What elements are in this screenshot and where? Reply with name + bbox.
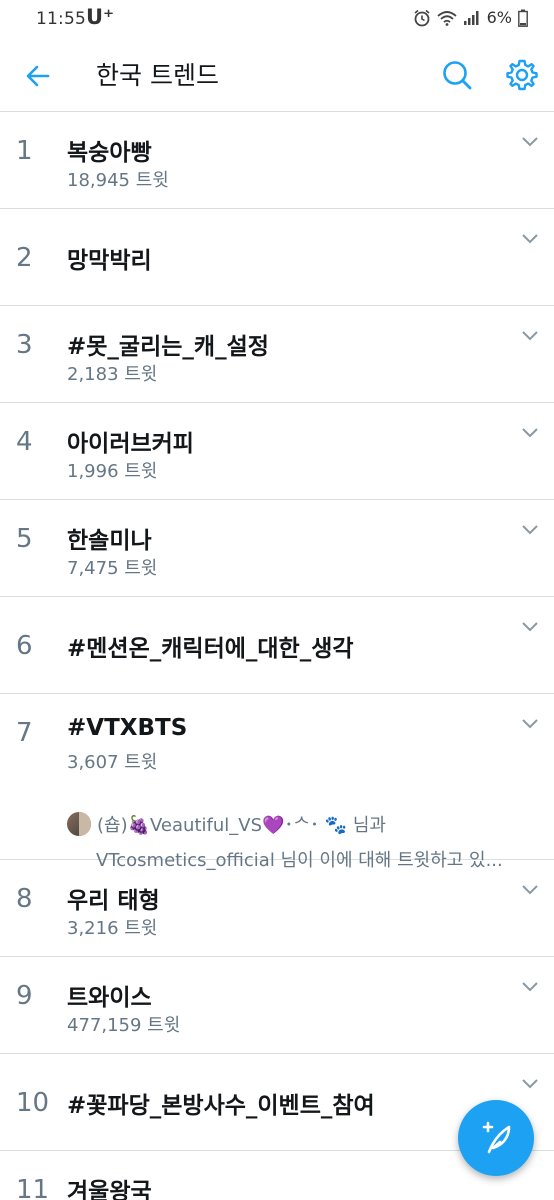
trend-rank: 10 — [16, 1088, 50, 1118]
trend-rank: 8 — [16, 884, 33, 914]
chevron-down-icon[interactable] — [520, 716, 540, 730]
trend-row[interactable]: 8 우리 태형 3,216 트윗 — [0, 860, 554, 957]
status-time: 11:55 — [36, 9, 86, 29]
chevron-down-icon[interactable] — [520, 328, 540, 342]
trend-name: 망막박리 — [67, 248, 152, 274]
trend-row[interactable]: 3 #못_굴리는_캐_설정 2,183 트윗 — [0, 306, 554, 403]
chevron-down-icon[interactable] — [520, 619, 540, 633]
gear-icon — [506, 59, 538, 91]
trend-list: 1 복숭아빵 18,945 트윗 2 망막박리 3 #못_굴리는_캐_설정 2,… — [0, 112, 554, 1200]
trend-name: 복숭아빵 — [67, 140, 152, 166]
trend-rank: 1 — [16, 136, 33, 166]
trend-row[interactable]: 5 한솔미나 7,475 트윗 — [0, 500, 554, 597]
chevron-down-icon[interactable] — [520, 882, 540, 896]
battery-percent: 6% — [486, 8, 512, 27]
trend-tweet-count: 1,996 트윗 — [67, 461, 158, 482]
arrow-left-icon — [26, 65, 50, 87]
trend-tweet-count: 3,607 트윗 — [67, 752, 158, 773]
chevron-down-icon[interactable] — [520, 134, 540, 148]
trend-tweet-count: 7,475 트윗 — [67, 558, 158, 579]
chevron-down-icon[interactable] — [520, 231, 540, 245]
wifi-icon — [437, 10, 457, 26]
trend-context-users: (숍)🍇Veautiful_VS💜･ᄉ･ 🐾 님과 — [67, 811, 386, 837]
trend-rank: 2 — [16, 243, 33, 273]
trend-tweet-count: 3,216 트윗 — [67, 918, 158, 939]
settings-button[interactable] — [505, 58, 539, 92]
trend-row[interactable]: 1 복숭아빵 18,945 트윗 — [0, 112, 554, 209]
trend-name: #멘션온_캐릭터에_대한_생각 — [67, 636, 354, 662]
trend-row[interactable]: 6 #멘션온_캐릭터에_대한_생각 — [0, 597, 554, 694]
trend-name: 트와이스 — [67, 985, 152, 1011]
compose-tweet-button[interactable] — [458, 1100, 534, 1176]
status-bar: 11:55 U⁺ 6% — [0, 0, 554, 38]
trend-name: #VTXBTS — [67, 715, 188, 741]
chevron-down-icon[interactable] — [520, 1076, 540, 1090]
trend-row[interactable]: 7 #VTXBTS 3,607 트윗 (숍)🍇Veautiful_VS💜･ᄉ･ … — [0, 694, 554, 871]
trend-name: 아이러브커피 — [67, 431, 194, 457]
signal-icon — [463, 10, 479, 25]
trend-tweet-count: 2,183 트윗 — [67, 364, 158, 385]
trend-row[interactable]: 4 아이러브커피 1,996 트윗 — [0, 403, 554, 500]
trend-name: 한솔미나 — [67, 528, 152, 554]
chevron-down-icon[interactable] — [520, 425, 540, 439]
app-bar: 한국 트렌드 — [0, 38, 554, 112]
trend-tweet-count: 18,945 트윗 — [67, 170, 169, 191]
page-title: 한국 트렌드 — [96, 61, 219, 90]
trend-name: 겨울왕국 — [67, 1179, 152, 1200]
battery-icon — [518, 9, 528, 27]
search-button[interactable] — [440, 58, 474, 92]
search-icon — [443, 61, 472, 90]
trend-rank: 7 — [16, 718, 33, 748]
compose-tweet-icon — [482, 1121, 511, 1154]
trend-rank: 11 — [16, 1175, 50, 1200]
trend-rank: 9 — [16, 981, 33, 1011]
status-icons: 6% — [413, 8, 528, 27]
trend-context-text: (숍)🍇Veautiful_VS💜･ᄉ･ 🐾 님과 — [97, 815, 386, 836]
alarm-icon — [414, 9, 430, 26]
trend-rank: 4 — [16, 427, 33, 457]
trend-tweet-count: 477,159 트윗 — [67, 1015, 181, 1036]
chevron-down-icon[interactable] — [520, 522, 540, 536]
status-carrier: U⁺ — [86, 5, 115, 29]
trend-rank: 5 — [16, 524, 33, 554]
back-button[interactable] — [22, 60, 54, 92]
trend-name: #못_굴리는_캐_설정 — [67, 334, 269, 360]
trend-row[interactable]: 2 망막박리 — [0, 209, 554, 306]
chevron-down-icon[interactable] — [520, 979, 540, 993]
avatar — [67, 812, 91, 836]
trend-rank: 3 — [16, 330, 33, 360]
trend-row[interactable]: 9 트와이스 477,159 트윗 — [0, 957, 554, 1054]
trend-rank: 6 — [16, 631, 33, 661]
trend-name: 우리 태형 — [67, 888, 160, 914]
trend-name: #꽃파당_본방사수_이벤트_참여 — [67, 1093, 375, 1119]
